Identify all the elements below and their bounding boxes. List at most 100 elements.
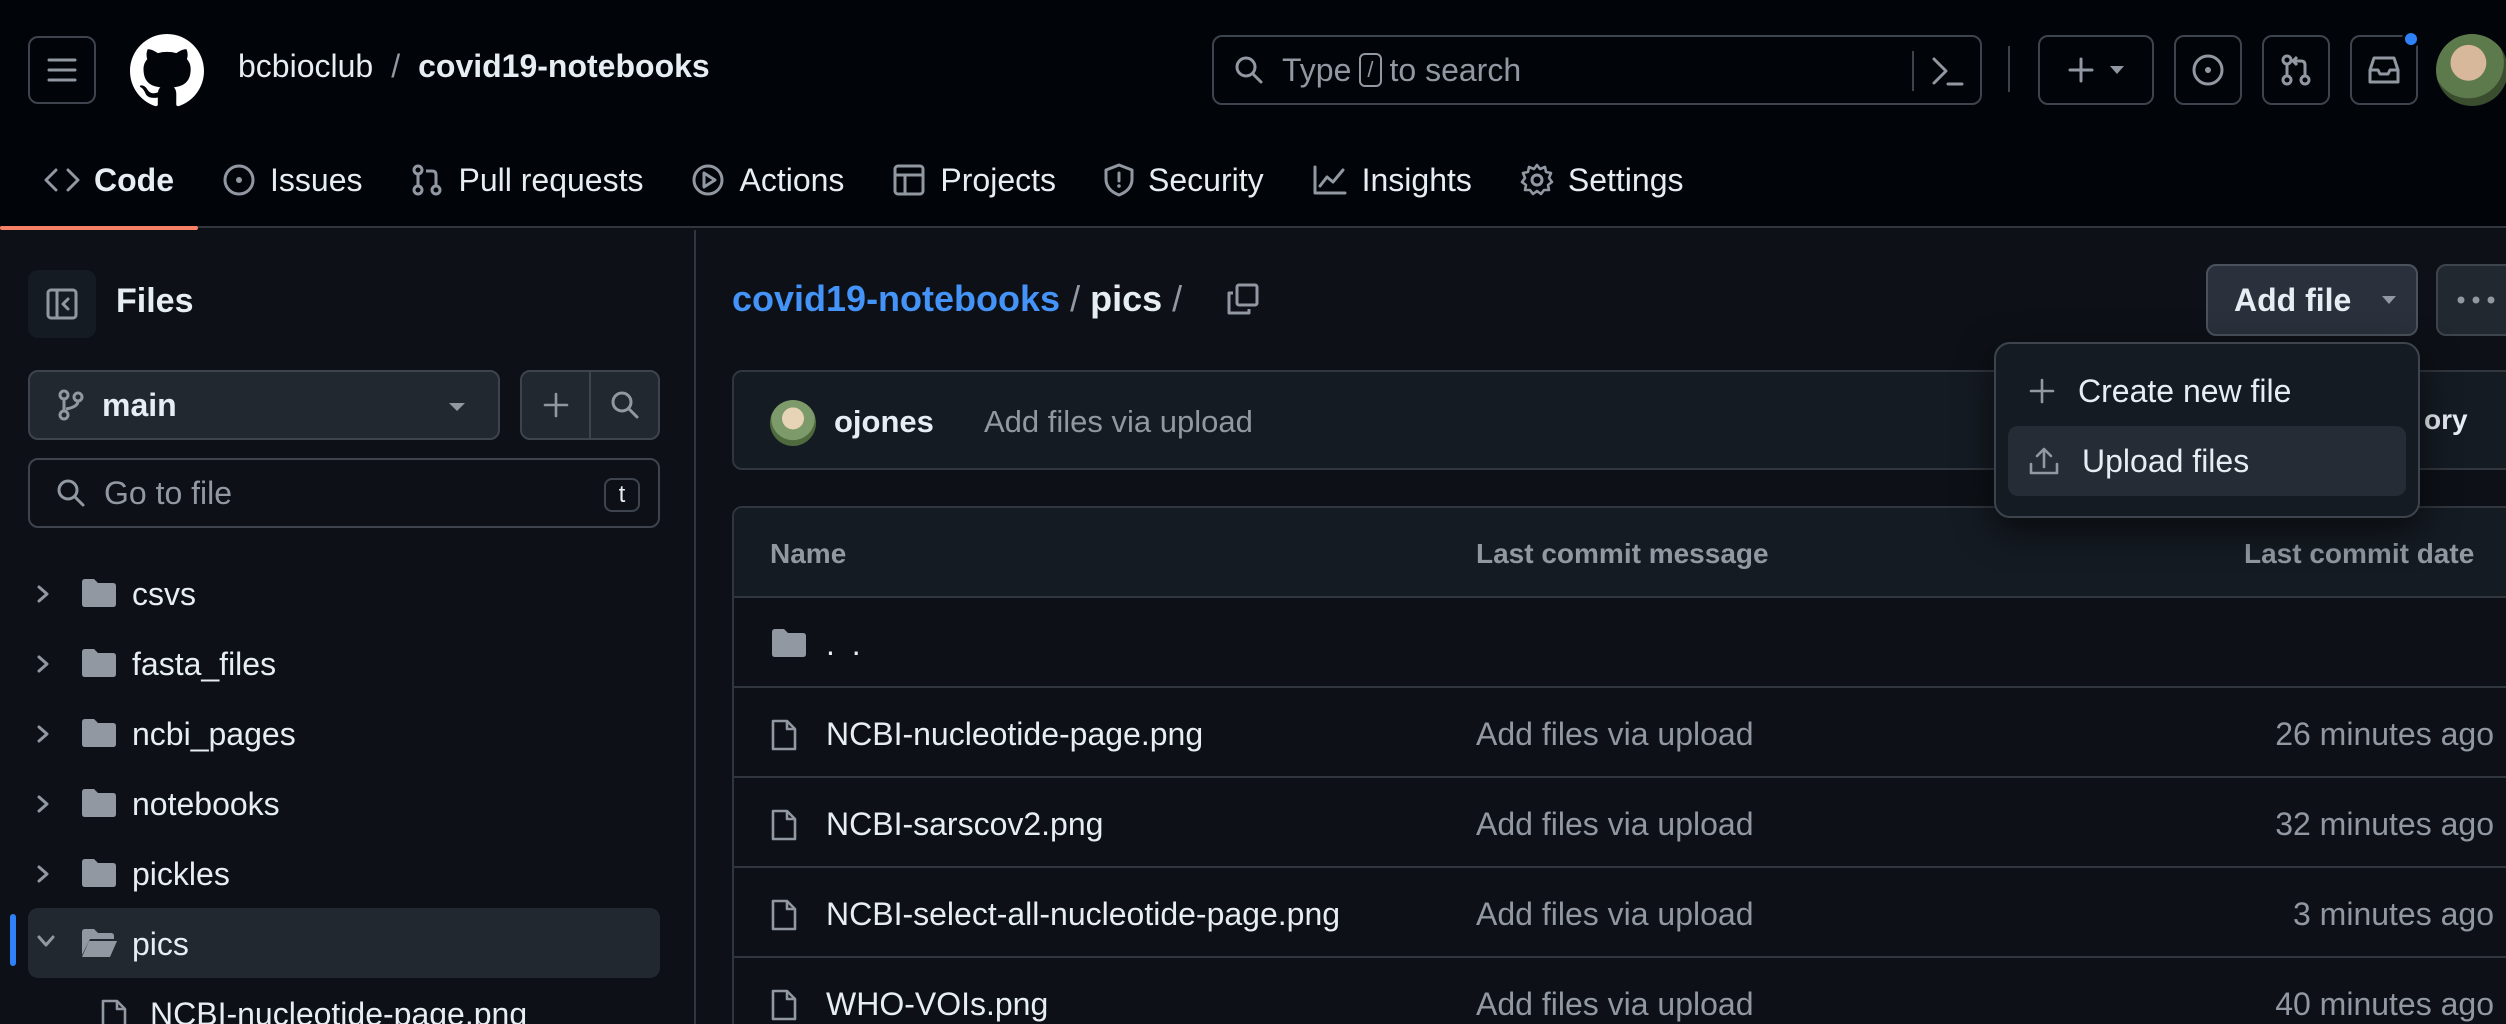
terminal-icon: [1932, 57, 1964, 86]
file-tree-sidebar: Files main Go to file t csvs fasta_files: [0, 230, 696, 1024]
search-icon: [611, 391, 638, 419]
file-name-link[interactable]: NCBI-sarscov2.png: [826, 806, 1103, 843]
file-icon: [771, 989, 797, 1021]
chevron-right-icon: [37, 655, 49, 673]
tree-item-ncbi-pages[interactable]: ncbi_pages: [0, 698, 696, 768]
file-commit-message[interactable]: Add files via upload: [1476, 716, 1754, 753]
tab-label: Security: [1148, 161, 1264, 198]
caret-down-icon: [449, 403, 465, 411]
copy-icon: [1227, 283, 1259, 315]
tab-label: Settings: [1567, 161, 1684, 198]
chevron-right-icon: [37, 585, 49, 603]
caret-down-icon: [2110, 66, 2124, 74]
add-file-menu: Create new file Upload files: [1994, 342, 2420, 518]
tree-item-pickles[interactable]: pickles: [0, 838, 696, 908]
table-row[interactable]: WHO-VOIs.png Add files via upload 40 min…: [734, 958, 2506, 1024]
github-logo[interactable]: [130, 34, 204, 108]
tab-issues[interactable]: Issues: [198, 144, 386, 216]
global-search[interactable]: Type / to search: [1212, 35, 1982, 105]
commit-author-avatar[interactable]: [770, 400, 816, 446]
tree-item-pics[interactable]: pics: [28, 908, 660, 978]
history-link[interactable]: ory: [2424, 404, 2468, 436]
search-icon: [1235, 56, 1263, 84]
pull-requests-button[interactable]: [2262, 35, 2330, 105]
branch-selector[interactable]: main: [28, 370, 500, 440]
tree-item-csvs[interactable]: csvs: [0, 558, 696, 628]
file-commit-message[interactable]: Add files via upload: [1476, 986, 1754, 1023]
tree-item-notebooks[interactable]: notebooks: [0, 768, 696, 838]
pull-request-icon: [412, 164, 442, 196]
menu-button[interactable]: [28, 36, 96, 104]
issue-icon: [223, 164, 255, 196]
tab-label: Issues: [270, 161, 363, 198]
tab-projects[interactable]: Projects: [868, 144, 1080, 216]
tab-settings[interactable]: Settings: [1496, 144, 1708, 216]
collapse-sidebar-button[interactable]: [28, 270, 96, 338]
add-file-button[interactable]: Add file: [2206, 264, 2418, 336]
tab-label: Actions: [739, 161, 845, 198]
search-prefix: Type: [1282, 51, 1352, 88]
branch-name: main: [102, 386, 177, 423]
table-row[interactable]: NCBI-sarscov2.png Add files via upload 3…: [734, 778, 2506, 868]
file-name-link[interactable]: WHO-VOIs.png: [826, 986, 1048, 1023]
breadcrumb-repo-link[interactable]: covid19-notebooks: [732, 278, 1060, 320]
notification-dot: [2402, 30, 2420, 48]
copy-path-button[interactable]: [1226, 282, 1260, 316]
tab-pull-requests[interactable]: Pull requests: [386, 144, 667, 216]
tree-item-file[interactable]: NCBI-nucleotide-page.png: [0, 978, 696, 1024]
tab-code[interactable]: Code: [0, 144, 198, 230]
file-commit-message[interactable]: Add files via upload: [1476, 896, 1754, 933]
repo-owner-link[interactable]: bcbioclub: [238, 48, 373, 85]
table-row[interactable]: NCBI-select-all-nucleotide-page.png Add …: [734, 868, 2506, 958]
file-name-link[interactable]: NCBI-select-all-nucleotide-page.png: [826, 896, 1340, 933]
parent-directory-row[interactable]: . .: [734, 598, 2506, 688]
search-tree-button[interactable]: [591, 372, 658, 438]
code-icon: [44, 168, 80, 192]
folder-icon: [82, 579, 116, 607]
commit-message[interactable]: Add files via upload: [984, 404, 1253, 440]
hamburger-icon: [47, 58, 77, 82]
tab-label: Insights: [1361, 161, 1472, 198]
folder-icon: [82, 649, 116, 677]
command-palette-button[interactable]: [1930, 53, 1964, 89]
file-icon: [771, 809, 797, 841]
chevron-right-icon: [37, 795, 49, 813]
pull-request-icon: [2281, 54, 2311, 86]
breadcrumb-trailing-separator: /: [1172, 278, 1183, 319]
tree-item-label: fasta_files: [132, 646, 277, 682]
repo-name-link[interactable]: covid19-notebooks: [418, 48, 710, 85]
tab-label: Code: [94, 161, 174, 198]
create-new-file-menu-item[interactable]: Create new file: [2008, 356, 2406, 426]
file-commit-date: 32 minutes ago: [2275, 806, 2494, 842]
file-commit-message[interactable]: Add files via upload: [1476, 806, 1754, 843]
tab-label: Projects: [940, 161, 1056, 198]
tree-item-label: csvs: [132, 576, 196, 612]
more-options-button[interactable]: [2436, 264, 2506, 336]
file-table: Name Last commit message Last commit dat…: [732, 506, 2506, 1024]
header-separator: [2008, 46, 2010, 92]
tab-actions[interactable]: Actions: [667, 144, 868, 216]
upload-files-menu-item[interactable]: Upload files: [2008, 426, 2406, 496]
issues-button[interactable]: [2174, 35, 2242, 105]
sidebar-collapse-icon: [46, 288, 78, 320]
tab-security[interactable]: Security: [1080, 144, 1288, 216]
files-heading: Files: [116, 282, 194, 320]
add-file-tree-button[interactable]: [522, 372, 591, 438]
tree-item-label: notebooks: [132, 786, 280, 822]
repo-path: bcbioclub / covid19-notebooks: [238, 48, 710, 85]
user-avatar[interactable]: [2436, 34, 2506, 106]
table-row[interactable]: NCBI-nucleotide-page.png Add files via u…: [734, 688, 2506, 778]
tree-item-label: pics: [132, 926, 189, 962]
folder-open-icon: [82, 929, 117, 957]
path-separator: /: [391, 48, 401, 84]
kebab-horizontal-icon: [2457, 296, 2495, 304]
branch-icon: [58, 389, 84, 421]
commit-author[interactable]: ojones: [834, 404, 934, 440]
chevron-down-icon: [37, 935, 55, 947]
file-name-link[interactable]: NCBI-nucleotide-page.png: [826, 716, 1203, 753]
add-file-label: Add file: [2234, 281, 2352, 318]
go-to-file-input[interactable]: Go to file t: [28, 458, 660, 528]
tree-item-fasta-files[interactable]: fasta_files: [0, 628, 696, 698]
create-new-button[interactable]: [2038, 35, 2154, 105]
tab-insights[interactable]: Insights: [1288, 144, 1496, 216]
